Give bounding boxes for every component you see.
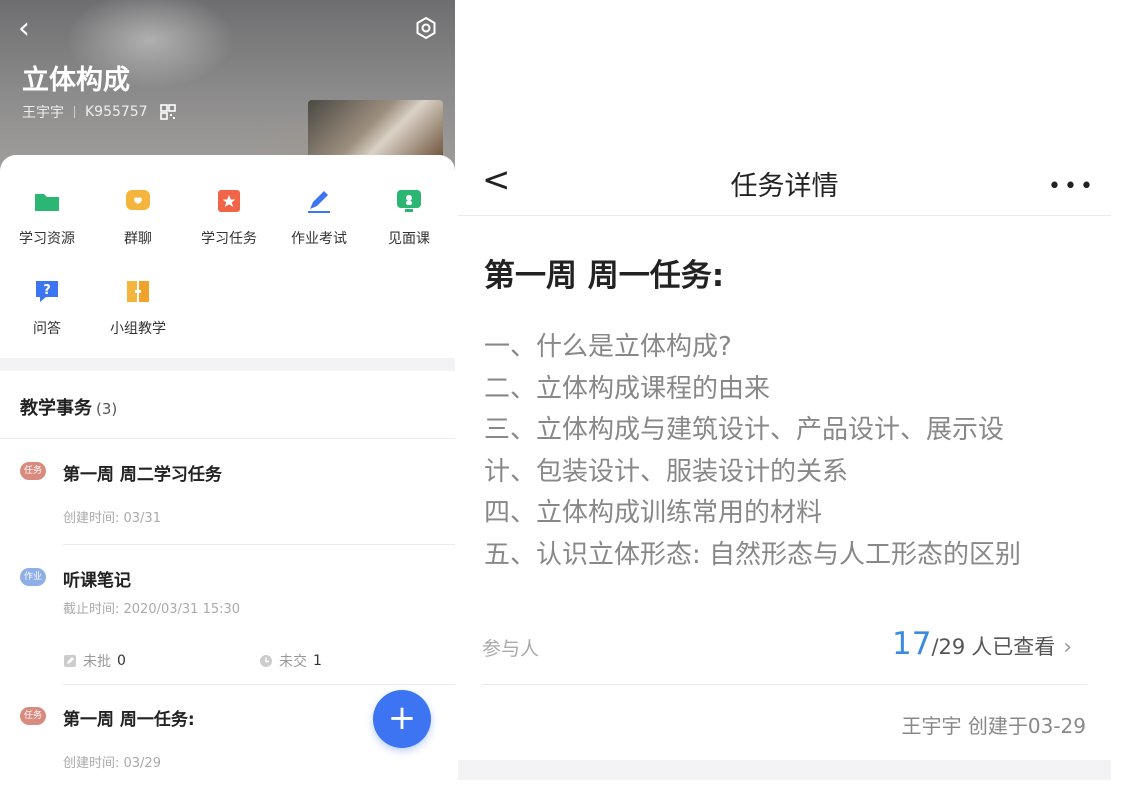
homework-tag: 作业 <box>20 568 46 586</box>
task-tag: 任务 <box>20 462 46 480</box>
content-line: 五、认识立体形态: 自然形态与人工形态的区别 <box>484 540 1022 570</box>
menu-qa[interactable]: ? 问答 <box>4 276 90 338</box>
task-tag: 任务 <box>20 707 46 725</box>
unmarked-label: 未批 <box>83 654 111 670</box>
unsubmitted-value: 1 <box>313 653 322 669</box>
svg-text:?: ? <box>43 283 51 298</box>
unsubmitted-stat: 未交 1 <box>259 651 322 671</box>
flag-icon <box>218 190 240 212</box>
task-meta: 创建时间: 03/29 <box>63 756 161 771</box>
task-title[interactable]: 第一周 周一任务: <box>63 705 195 730</box>
unmarked-stat: 未批 0 <box>63 651 126 671</box>
section-title-text: 教学事务 <box>20 398 92 419</box>
creator-info: 王宇宇 创建于03-29 <box>901 714 1086 738</box>
task-title[interactable]: 听课笔记 <box>63 566 131 591</box>
unmarked-value: 0 <box>117 653 126 669</box>
section-title: 教学事务 (3) <box>20 394 117 420</box>
content-line: 三、立体构成与建筑设计、产品设计、展示设 <box>484 415 1005 445</box>
bottom-gap <box>458 760 1111 780</box>
viewed-count: 17 <box>892 626 932 662</box>
clock-icon <box>260 655 272 667</box>
meta-divider <box>74 106 75 118</box>
menu-group-chat[interactable]: 群聊 <box>95 186 181 248</box>
chat-icon <box>126 190 150 210</box>
page-title: 任务详情 <box>730 171 839 202</box>
menu-label: 问答 <box>33 321 61 337</box>
book-icon <box>127 281 149 302</box>
back-icon[interactable]: ‹ <box>18 14 48 44</box>
menu-label: 学习任务 <box>201 231 257 247</box>
content-line: 计、包装设计、服装设计的关系 <box>484 457 849 487</box>
task-title[interactable]: 第一周 周二学习任务 <box>63 460 222 485</box>
content-line: 二、立体构成课程的由来 <box>484 374 771 404</box>
menu-live-class[interactable]: 见面课 <box>366 186 452 248</box>
folder-icon <box>35 194 59 211</box>
viewed-total: /29 <box>931 635 966 659</box>
menu-learning-tasks[interactable]: 学习任务 <box>186 186 272 248</box>
course-cover-image <box>308 100 443 160</box>
divider <box>0 438 455 439</box>
content-line: 一、什么是立体构成? <box>484 332 732 362</box>
more-icon[interactable]: ••• <box>1048 174 1096 199</box>
menu-label: 作业考试 <box>291 231 347 247</box>
menu-learning-resources[interactable]: 学习资源 <box>4 186 90 248</box>
settings-icon[interactable] <box>414 16 438 40</box>
section-count: (3) <box>96 400 118 418</box>
section-gap <box>0 358 455 371</box>
course-title: 立体构成 <box>22 65 130 96</box>
participants-label: 参与人 <box>482 638 540 660</box>
course-meta: 王宇宇 K955757 <box>22 102 176 122</box>
pencil-icon <box>308 191 330 213</box>
unsubmitted-label: 未交 <box>279 654 307 670</box>
menu-group-teaching[interactable]: 小组教学 <box>95 276 181 338</box>
chevron-right-icon: › <box>1063 635 1073 660</box>
header-divider <box>458 215 1111 216</box>
question-icon: ? <box>36 281 58 302</box>
content-line: 四、立体构成训练常用的材料 <box>484 498 823 528</box>
viewed-suffix: 人已查看 <box>971 635 1056 659</box>
divider <box>63 684 455 685</box>
menu-label: 见面课 <box>388 231 430 247</box>
task-heading: 第一周 周一任务: <box>484 258 725 294</box>
menu-label: 群聊 <box>124 231 152 247</box>
task-meta: 创建时间: 03/31 <box>63 511 161 526</box>
divider <box>63 544 455 545</box>
menu-label: 小组教学 <box>110 321 166 337</box>
qr-code-icon[interactable] <box>159 104 176 120</box>
task-detail-screen: < 任务详情 ••• 第一周 周一任务: 一、什么是立体构成? 二、立体构成课程… <box>458 150 1111 780</box>
viewed-stats-link[interactable]: 17 /29 人已查看 › <box>892 626 1072 662</box>
course-screen: ‹ 立体构成 王宇宇 K955757 学习资源 群聊 学习任务 作业考试 见面课… <box>0 0 455 791</box>
menu-homework-exam[interactable]: 作业考试 <box>276 186 362 248</box>
menu-label: 学习资源 <box>19 231 75 247</box>
course-code: K955757 <box>85 104 148 120</box>
divider <box>482 684 1087 685</box>
edit-icon <box>64 655 76 667</box>
task-meta: 截止时间: 2020/03/31 15:30 <box>63 602 241 617</box>
live-icon <box>397 190 421 212</box>
teacher-name: 王宇宇 <box>22 105 64 121</box>
add-button[interactable]: + <box>373 690 431 748</box>
